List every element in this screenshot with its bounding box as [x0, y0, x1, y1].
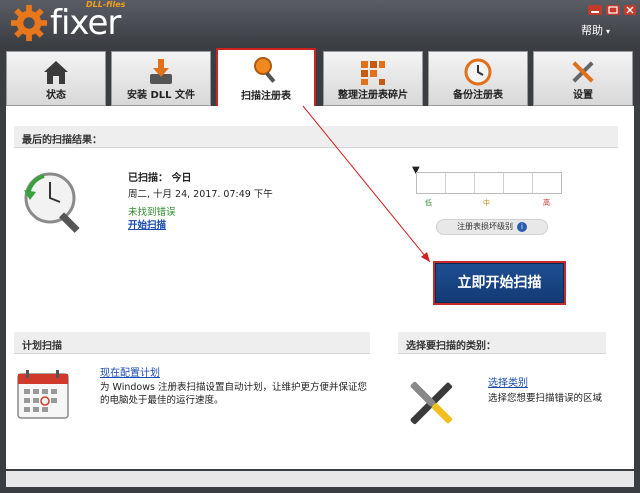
schedule-header: 计划扫描 — [14, 332, 370, 354]
tab-install-dll[interactable]: 安装 DLL 文件 — [111, 51, 211, 106]
last-scan-header: 最后的扫描结果： — [14, 126, 618, 148]
wrench-screwdriver-icon — [410, 381, 453, 425]
title-bar: fixer DLL-files 帮助 ▾ — [0, 0, 640, 46]
home-icon — [44, 61, 68, 84]
close-icon — [624, 5, 636, 15]
tools-icon — [572, 61, 594, 83]
configure-schedule-link[interactable]: 现在配置计划 — [100, 364, 160, 379]
info-icon[interactable]: i — [517, 221, 527, 232]
meter-cell — [533, 173, 561, 193]
scanned-label: 已扫描： 今日 — [128, 173, 192, 184]
tab-defrag-registry[interactable]: 整理注册表碎片 — [323, 51, 423, 106]
start-scan-link[interactable]: 开始扫描 — [128, 217, 166, 231]
tab-label: 扫描注册表 — [241, 91, 291, 102]
tab-label: 安装 DLL 文件 — [126, 90, 195, 101]
meter-cell — [475, 173, 504, 193]
calendar-icon — [17, 370, 69, 419]
meter-cell — [504, 173, 533, 193]
tab-settings[interactable]: 设置 — [533, 51, 633, 106]
magnifier-icon — [254, 57, 276, 83]
tab-backup-registry[interactable]: 备份注册表 — [428, 51, 528, 106]
meter-cell — [417, 173, 446, 193]
tab-label: 状态 — [46, 90, 66, 101]
tab-scan-registry[interactable]: 扫描注册表 — [216, 48, 316, 106]
status-bar — [6, 471, 634, 487]
minimize-icon — [588, 5, 602, 15]
select-categories-link[interactable]: 选择类别 — [488, 374, 528, 389]
categories-header: 选择要扫描的类别： — [398, 332, 606, 354]
help-menu[interactable]: 帮助 ▾ — [581, 22, 610, 38]
defrag-icon — [361, 61, 385, 85]
logo-text: fixer — [50, 3, 121, 43]
tab-status[interactable]: 状态 — [6, 51, 106, 106]
start-scan-button[interactable]: 立即开始扫描 — [433, 261, 566, 305]
chevron-down-icon: ▾ — [605, 27, 610, 36]
app-window: fixer DLL-files 帮助 ▾ 状态 安装 DLL 文件 扫描注册表 … — [0, 0, 640, 493]
scan-status: 未找到错误 — [128, 207, 176, 218]
meter-label-high: 高 — [543, 199, 550, 207]
main-tabs: 状态 安装 DLL 文件 扫描注册表 整理注册表碎片 备份注册表 设置 — [6, 48, 634, 106]
meter-label-mid: 中 — [483, 199, 490, 207]
app-logo: fixer — [10, 3, 121, 43]
tab-label: 整理注册表碎片 — [338, 90, 408, 101]
scan-clock-icon — [24, 172, 80, 233]
close-button[interactable] — [624, 5, 636, 15]
tab-label: 设置 — [573, 90, 593, 101]
meter-cell — [446, 173, 475, 193]
logo-subtext: DLL-files — [86, 0, 126, 9]
categories-description: 选择您想要扫描错误的区域 — [488, 393, 603, 404]
meter-label-low: 低 — [425, 199, 432, 207]
scan-date: 周二, 十月 24, 2017. 07:49 下午 — [128, 189, 273, 200]
help-label: 帮助 — [580, 24, 603, 37]
backup-clock-icon — [464, 58, 492, 86]
tab-label: 备份注册表 — [453, 90, 503, 101]
damage-level-meter — [416, 172, 562, 194]
damage-level-text: 注册表损坏级别 — [457, 222, 513, 231]
scan-registry-panel: 最后的扫描结果： 已扫描： 今日 周二, 十月 24, 2017. 07:49 … — [6, 106, 634, 469]
schedule-description: 为 Windows 注册表扫描设置自动计划，让维护更方便并保证您的电脑处于最佳的… — [100, 382, 367, 406]
minimize-button[interactable] — [588, 5, 602, 15]
damage-level-label: 注册表损坏级别 i — [436, 219, 548, 235]
maximize-icon — [606, 5, 620, 15]
maximize-button[interactable] — [606, 5, 620, 15]
gear-logo-icon — [10, 4, 48, 42]
install-icon — [150, 59, 172, 84]
